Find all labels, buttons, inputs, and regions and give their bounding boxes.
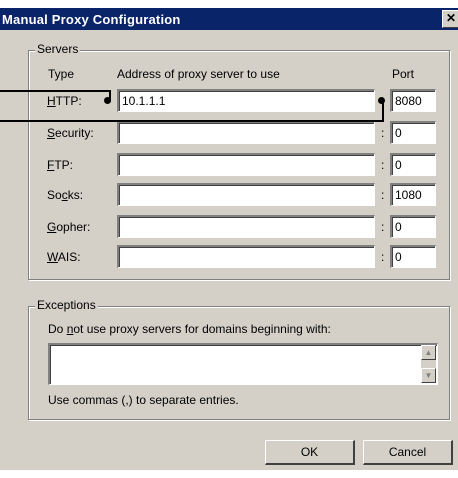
dialog-title: Manual Proxy Configuration <box>2 12 181 27</box>
exceptions-scrollbar[interactable]: ▲ ▼ <box>421 345 436 383</box>
exceptions-hint: Use commas (,) to separate entries. <box>48 393 239 407</box>
proxy-config-dialog: Manual Proxy Configuration ✕ Servers Typ… <box>0 0 458 478</box>
security-address-input[interactable] <box>117 121 375 144</box>
wais-address-input[interactable] <box>117 245 375 268</box>
wais-port-input[interactable]: 0 <box>390 245 436 268</box>
servers-group-label: Servers <box>35 42 81 56</box>
gopher-colon: : <box>381 220 385 234</box>
socks-colon: : <box>381 188 385 202</box>
exceptions-group-label: Exceptions <box>35 298 98 312</box>
ftp-label: FTP: <box>47 158 74 172</box>
close-icon[interactable]: ✕ <box>442 10 458 28</box>
callout-line-bottom <box>0 120 384 122</box>
ok-button[interactable]: OK <box>265 440 355 465</box>
callout-dot-http <box>104 97 111 104</box>
scroll-up-icon[interactable]: ▲ <box>421 345 436 360</box>
security-port-input[interactable]: 0 <box>390 121 436 144</box>
http-port-input[interactable]: 8080 <box>390 89 436 112</box>
ftp-port-input[interactable]: 0 <box>390 153 436 176</box>
wais-label: WAIS: <box>47 250 81 264</box>
exceptions-textarea[interactable] <box>48 343 438 385</box>
gopher-address-input[interactable] <box>117 215 375 238</box>
socks-address-input[interactable] <box>117 183 375 206</box>
http-label: HTTP: <box>47 94 82 108</box>
port-column-header: Port <box>392 67 415 81</box>
socks-label: Socks: <box>47 188 84 202</box>
callout-line-top <box>0 90 110 92</box>
scroll-down-icon[interactable]: ▼ <box>421 368 436 383</box>
http-address-input[interactable]: 10.1.1.1 <box>117 89 375 112</box>
type-column-header: Type <box>48 67 75 81</box>
exceptions-instruction: Do not use proxy servers for domains beg… <box>48 322 331 336</box>
security-colon: : <box>381 126 385 140</box>
gopher-label: Gopher: <box>47 220 91 234</box>
title-bar: Manual Proxy Configuration ✕ <box>0 8 458 30</box>
address-column-header: Address of proxy server to use <box>117 67 280 81</box>
gopher-port-input[interactable]: 0 <box>390 215 436 238</box>
dialog-body: Servers Type Address of proxy server to … <box>0 30 458 470</box>
wais-colon: : <box>381 250 385 264</box>
cancel-button[interactable]: Cancel <box>363 440 453 465</box>
ftp-colon: : <box>381 158 385 172</box>
ftp-address-input[interactable] <box>117 153 375 176</box>
callout-dot-port <box>378 97 385 104</box>
socks-port-input[interactable]: 1080 <box>390 183 436 206</box>
security-label: Security: <box>47 126 94 140</box>
